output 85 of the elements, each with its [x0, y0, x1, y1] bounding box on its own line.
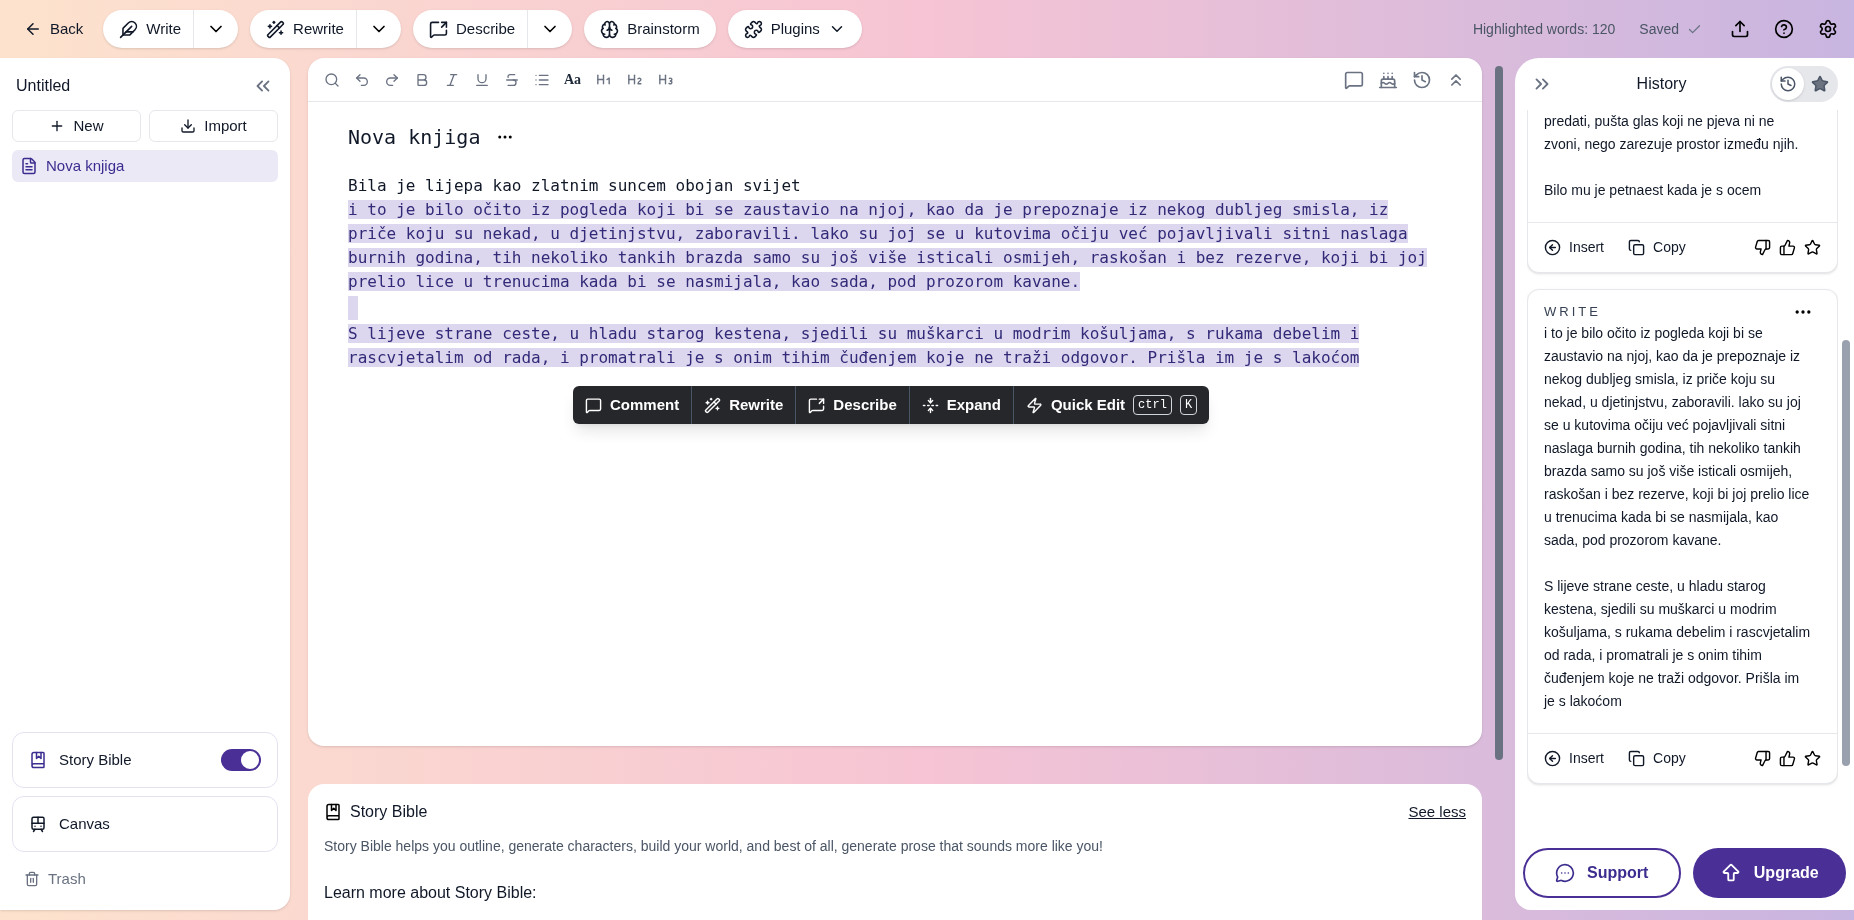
panel-title: Story Bible	[350, 802, 429, 822]
feature-label: Canvas	[59, 813, 111, 834]
puzzle-icon	[743, 19, 763, 39]
selection-action[interactable]: Comment	[573, 386, 693, 424]
shortcut-key: K	[1179, 395, 1198, 415]
copy-icon	[1628, 239, 1645, 256]
highlighted-words-count: Highlighted words: 120	[1472, 19, 1616, 39]
download-icon	[180, 118, 197, 134]
redo-icon[interactable]	[384, 71, 400, 88]
panel-description: Story Bible helps you outline, generate characters, build your world, and best of all, generate prose that sounds more like you!	[324, 837, 1104, 856]
document-paragraph: Bila je lijepa kao zlatnim suncem obojan svijet	[348, 175, 802, 197]
card-text: S lijeve strane ceste, u hladu starog kestena, sjedili su muškarci u modrim košuljama, s rukama debelim i rascvjetalim od rada, i promatrali je s onim tihim čuđenjem koje ne traži odgovor. Prišla im je s lakoćom	[1544, 577, 1812, 711]
upgrade-button[interactable]: Upgrade	[1692, 848, 1846, 898]
help-icon[interactable]	[1774, 19, 1794, 39]
document-title: Nova knjiga	[348, 124, 481, 151]
selection-action[interactable]: Describe	[796, 386, 910, 424]
history-icon	[1779, 75, 1797, 93]
sidebar-button[interactable]: Import	[149, 110, 278, 142]
see-less-link[interactable]: See less	[1408, 800, 1466, 824]
thumbs-up-icon[interactable]	[1779, 239, 1796, 256]
selection-highlight	[348, 296, 358, 320]
arrow-left-circle-icon	[1544, 750, 1561, 767]
italic-icon[interactable]	[444, 71, 460, 88]
document-item[interactable]: Nova knjiga	[12, 150, 278, 182]
copy-icon	[1628, 750, 1645, 767]
feature-label: Story Bible	[59, 749, 133, 770]
project-title: Untitled	[16, 76, 71, 96]
underline-icon[interactable]	[474, 71, 490, 88]
history-icon[interactable]	[1412, 69, 1432, 90]
undo-icon[interactable]	[354, 71, 370, 88]
support-button[interactable]: Support	[1523, 848, 1681, 898]
thumbs-down-icon[interactable]	[1754, 239, 1771, 256]
star-icon[interactable]	[1804, 750, 1821, 767]
wand-icon	[704, 396, 722, 414]
history-tab[interactable]	[1772, 68, 1804, 100]
sidebar-button[interactable]: New	[12, 110, 141, 142]
comment-icon[interactable]	[1344, 69, 1364, 90]
card-action-button[interactable]: Copy	[1628, 237, 1686, 258]
chat-icon	[1555, 863, 1576, 883]
brain-icon	[600, 19, 620, 39]
trash-icon	[24, 871, 40, 887]
selection-action[interactable]: Expand	[909, 386, 1014, 424]
text-style-button[interactable]: Aa	[564, 69, 582, 90]
back-button[interactable]: Back	[16, 11, 92, 47]
scrollbar-thumb[interactable]	[1842, 340, 1850, 766]
document-paragraph: i to je bilo očito iz pogleda koji bi se zaustavio na njoj, kao da je prepoznaje iz nekog dubljeg smisla, iz priče koju su nekad, u djetinjstvu, zaboravili. lako su joj se u kutovima očiju već pojavljivali sitni naslaga burnih godina, tih nekoliko tankih brazda samo su još više isticali osmijeh, raskošan i bez rezerve, koji bi joj prelio lice u trenucima kada bi se nasmijala, kao sada, pod prozorom kavane.	[348, 199, 1428, 293]
star-icon[interactable]	[1804, 239, 1821, 256]
selection-action[interactable]: Rewrite	[692, 386, 797, 424]
share-icon[interactable]	[1730, 19, 1750, 39]
toggle-switch[interactable]	[221, 749, 261, 771]
card-text: i to je bilo očito iz pogleda koji bi se zaustavio na njoj, kao da je prepoznaje iz nekog dubljeg smisla, iz priče koju su nekad, u djetinjstvu, zaboravili. lako su joj se u kutovima očiju već pojavljivali sitni naslaga burnih godina, tih nekoliko tankih brazda samo su još više isticali osmijeh, raskošan i bez rezerve, koji bi joj prelio lice u trenucima kada bi se nasmijala, kao sada, pod prozorom kavane.	[1544, 324, 1811, 550]
star-icon	[1811, 75, 1829, 93]
scrollbar-thumb[interactable]	[1494, 66, 1503, 760]
tool-button[interactable]: Plugins	[727, 10, 862, 48]
card-action-button[interactable]: Insert	[1544, 237, 1604, 258]
document-icon	[20, 157, 38, 175]
tool-button[interactable]: Brainstorm	[584, 10, 716, 48]
arrow-left-circle-icon	[1544, 239, 1561, 256]
wand-icon	[266, 19, 286, 39]
strikethrough-icon[interactable]	[504, 71, 520, 88]
shortcut-key: ctrl	[1133, 395, 1172, 415]
search-icon[interactable]	[324, 71, 340, 88]
book-icon	[29, 751, 47, 769]
save-status: Saved	[1639, 19, 1679, 39]
selection-action[interactable]: Quick Edit ctrl K	[1013, 386, 1210, 424]
lightning-icon	[1025, 396, 1043, 414]
settings-icon[interactable]	[1818, 19, 1838, 39]
tram-icon	[29, 815, 47, 833]
panel-title: History	[1635, 74, 1688, 94]
document-paragraph: S lijeve strane ceste, u hladu starog kestena, sjedili su muškarci u modrim košuljama, s rukama debelim i rascvjetalim od rada, i promatrali je s onim tihim čuđenjem koje ne traži odgovor. Prišla im je s lakoćom	[348, 323, 1361, 369]
card-action-button[interactable]: Insert	[1544, 748, 1604, 769]
feature-card[interactable]: Canvas	[12, 796, 278, 852]
section-heading: Learn more about Story Bible:	[324, 883, 538, 903]
card-text: predati, pušta glas koji ne pjeva ni ne zvoni, nego zarezuje prostor između njih.	[1544, 112, 1800, 154]
thumbs-up-icon[interactable]	[1779, 750, 1796, 767]
card-label: WRITE	[1544, 303, 1601, 322]
card-action-button[interactable]: Copy	[1628, 748, 1686, 769]
thumbs-down-icon[interactable]	[1754, 750, 1771, 767]
feature-card[interactable]: Story Bible	[12, 732, 278, 788]
book-icon	[324, 803, 342, 821]
bold-icon[interactable]	[414, 71, 430, 88]
trash-button[interactable]: Trash	[12, 860, 278, 898]
comment-icon	[585, 396, 602, 414]
feather-icon	[119, 19, 139, 39]
card-text: Bilo mu je petnaest kada je s ocem	[1544, 181, 1763, 200]
